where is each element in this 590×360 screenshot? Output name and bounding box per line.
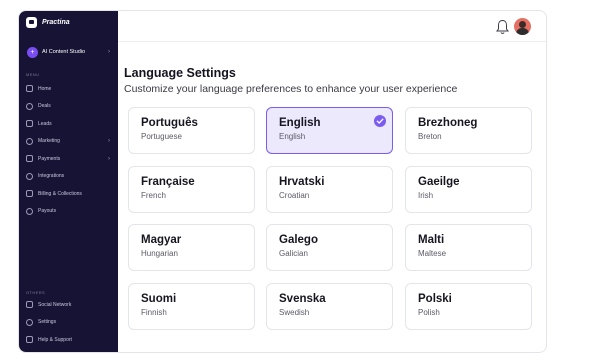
others-section-label: OTHERS [26,290,46,295]
sidebar-item-payments[interactable]: Payments › [19,150,118,168]
chevron-right-icon: › [108,155,110,162]
language-english-name: Swedish [279,308,310,317]
language-english-name: English [279,132,306,141]
studio-icon: + [27,46,38,58]
language-card-maltese[interactable]: Malti Maltese [405,224,532,271]
page-subtitle: Customize your language preferences to e… [124,83,458,95]
language-card-french[interactable]: Française French [128,166,255,213]
social-icon [26,301,33,309]
language-card-breton[interactable]: Brezhoneg Breton [405,107,532,154]
card-icon [26,155,33,163]
language-card-portuguese[interactable]: Português Portuguese [128,107,255,154]
billing-icon [26,190,33,198]
sidebar-other-help-support[interactable]: Help & Support [19,331,118,349]
app-name: Practina [42,19,70,26]
sidebar-item-payouts[interactable]: Payouts [19,203,118,221]
menu-section-label: MENU [26,72,40,77]
language-english-name: Polish [418,308,440,317]
language-native-name: Suomi [141,293,177,305]
settings-icon [26,318,33,326]
nav-label: Billing & Collections [38,190,82,197]
language-english-name: Finnish [141,308,167,317]
language-card-irish[interactable]: Gaeilge Irish [405,166,532,213]
logo-icon [26,17,37,28]
nav-label: Marketing [38,138,60,145]
user-avatar[interactable] [514,18,531,35]
language-english-name: Croatian [279,191,310,200]
language-card-croatian[interactable]: Hrvatski Croatian [266,166,393,213]
integrations-icon [26,172,33,180]
chevron-right-icon: › [108,138,110,145]
workspace-label: AI Content Studio [42,49,86,55]
nav-label: Payouts [38,208,57,215]
language-card-galician[interactable]: Galego Galician [266,224,393,271]
language-english-name: Galician [279,249,308,258]
sidebar-item-integrations[interactable]: Integrations [19,168,118,186]
language-card-hungarian[interactable]: Magyar Hungarian [128,224,255,271]
language-card-finnish[interactable]: Suomi Finnish [128,283,255,330]
language-native-name: Svenska [279,293,326,305]
bell-icon[interactable] [496,19,509,35]
language-english-name: Portuguese [141,132,182,141]
language-native-name: Português [141,117,198,129]
language-english-name: Maltese [418,249,447,258]
language-native-name: Brezhoneg [418,117,478,129]
language-card-polish[interactable]: Polski Polish [405,283,532,330]
language-native-name: Polski [418,293,452,305]
deals-icon [26,102,33,110]
workspace-switcher[interactable]: + AI Content Studio › [24,43,113,61]
filter-icon [26,120,33,128]
nav-label: Home [38,85,52,92]
sidebar-other-settings[interactable]: Settings [19,314,118,332]
language-english-name: Breton [418,132,442,141]
megaphone-icon [26,137,33,145]
language-native-name: Malti [418,234,445,246]
payouts-icon [26,207,33,215]
sidebar-item-marketing[interactable]: Marketing › [19,133,118,151]
language-card-swedish[interactable]: Svenska Swedish [266,283,393,330]
top-bar [118,11,546,42]
language-english-name: Hungarian [141,249,178,258]
page-title: Language Settings [124,66,236,80]
main-nav: Home Deals Leads Marketing › Payments › Integra… [19,80,118,220]
language-native-name: Hrvatski [279,176,325,188]
nav-label: Settings [38,319,57,326]
sidebar-other-social-network[interactable]: Social Network [19,296,118,314]
language-card-english[interactable]: English English [266,107,393,154]
nav-label: Social Network [38,301,72,308]
nav-label: Integrations [38,173,65,180]
sidebar-item-deals[interactable]: Deals [19,98,118,116]
sidebar: Practina + AI Content Studio › MENU Home… [19,11,118,352]
others-nav: Social Network Settings Help & Support [19,296,118,349]
home-icon [26,85,33,93]
app-logo[interactable]: Practina [26,17,70,28]
check-icon [374,115,386,127]
language-native-name: Française [141,176,195,188]
sidebar-item-home[interactable]: Home [19,80,118,98]
language-english-name: French [141,191,166,200]
sidebar-item-leads[interactable]: Leads [19,115,118,133]
nav-label: Deals [38,103,51,110]
nav-label: Payments [38,155,61,162]
language-native-name: Magyar [141,234,182,246]
language-native-name: Gaeilge [418,176,460,188]
sidebar-item-billing-collections[interactable]: Billing & Collections [19,185,118,203]
language-english-name: Irish [418,191,434,200]
nav-label: Leads [38,120,52,127]
language-native-name: Galego [279,234,318,246]
chevron-right-icon: › [108,49,110,55]
nav-label: Help & Support [38,336,72,343]
help-icon [26,336,33,344]
